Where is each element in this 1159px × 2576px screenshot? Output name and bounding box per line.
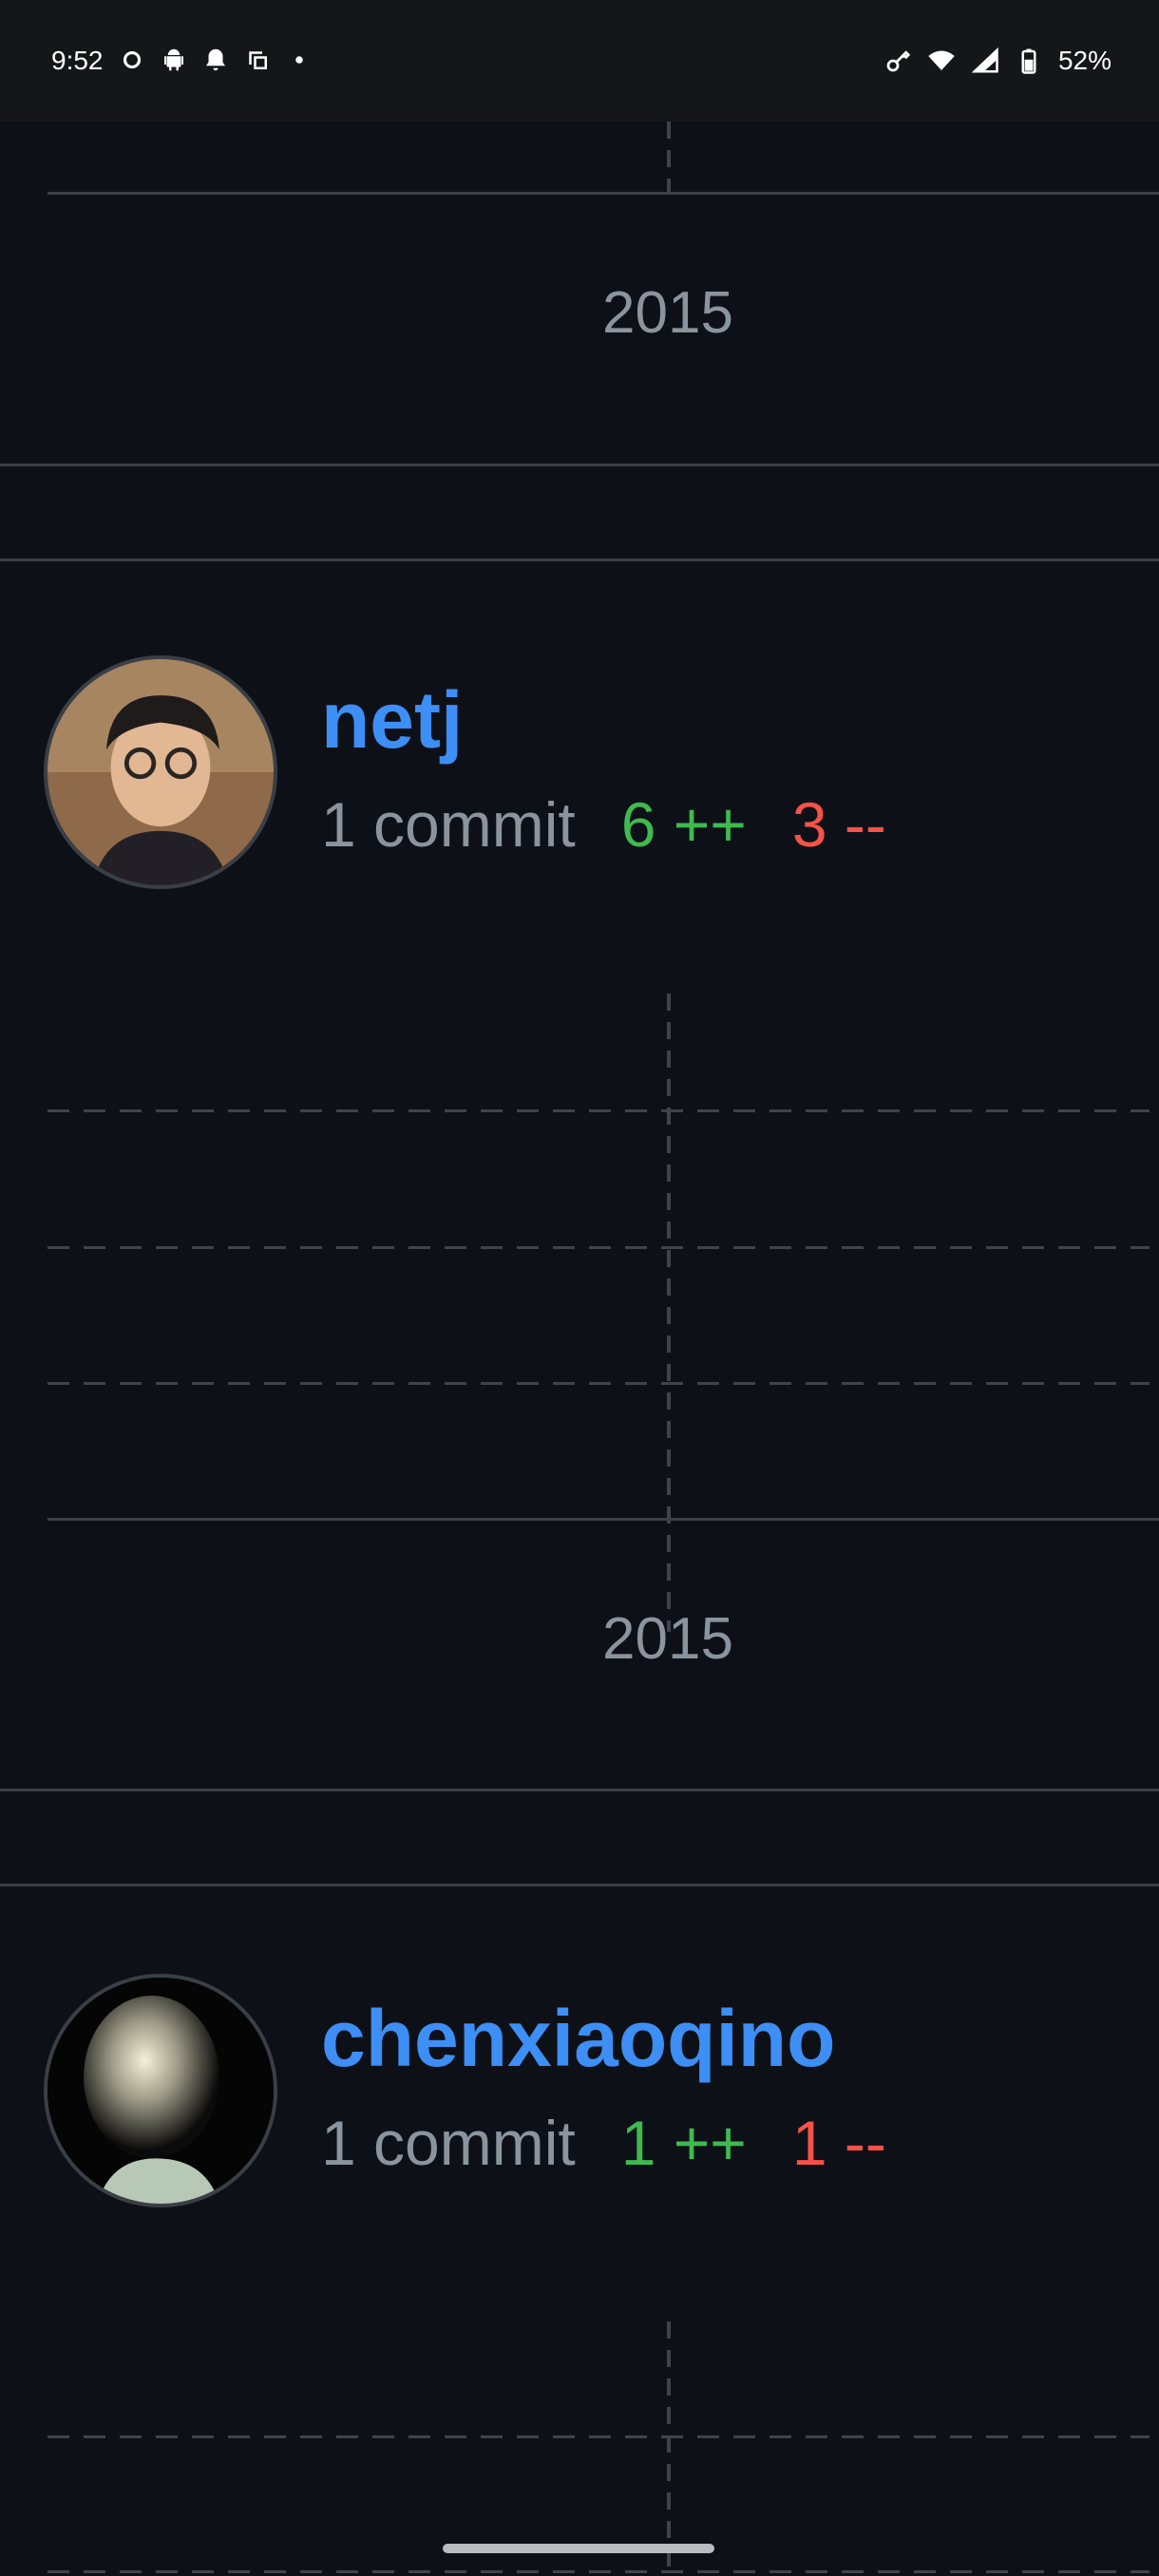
status-right-icons: 52%: [884, 46, 1112, 76]
dot-icon: [285, 46, 314, 74]
contributor-card[interactable]: netj 1 commit 6 ++ 3 --: [0, 655, 1159, 902]
section-divider: [0, 1789, 1159, 1791]
chart-gridline: [48, 2435, 1150, 2438]
deletions-count: 1 --: [791, 2108, 886, 2178]
chart-axis: [667, 994, 671, 1632]
home-indicator[interactable]: [443, 2544, 714, 2553]
chart-baseline: [48, 192, 1159, 195]
android-icon: [160, 46, 188, 74]
commit-count: 1 commit: [321, 2108, 576, 2178]
vpn-ring-icon: [118, 46, 146, 74]
contributor-card[interactable]: chenxiaoqino 1 commit 1 ++ 1 --: [0, 1974, 1159, 2221]
section-divider: [0, 464, 1159, 466]
section-divider: [0, 1884, 1159, 1886]
avatar[interactable]: [44, 655, 277, 889]
contributor-name[interactable]: chenxiaoqino: [321, 1993, 835, 2085]
chart-gridline: [48, 1246, 1150, 1249]
year-label: 2015: [602, 1606, 733, 1672]
contributors-list[interactable]: 2015 netj 1 commit 6 ++ 3 -- 2015 chenxi…: [0, 122, 1159, 2576]
signal-icon: [971, 47, 999, 75]
key-icon: [884, 47, 912, 75]
chart-gridline: [48, 1382, 1150, 1385]
avatar-image: [48, 1978, 274, 2204]
chart-gridline: [48, 1109, 1150, 1112]
status-left-icons: [118, 46, 314, 74]
commit-stats: 1 commit 6 ++ 3 --: [321, 788, 886, 861]
chart-gridline: [48, 2570, 1150, 2573]
deletions-count: 3 --: [791, 789, 886, 860]
avatar[interactable]: [44, 1974, 277, 2207]
section-divider: [0, 559, 1159, 561]
bell-icon: [201, 46, 230, 74]
year-label: 2015: [602, 280, 733, 346]
chart-axis: [667, 122, 671, 192]
battery-percent: 52%: [1057, 46, 1112, 75]
battery-icon: [1015, 47, 1043, 75]
chart-baseline: [48, 1518, 1159, 1521]
screenshot-icon: [243, 46, 272, 74]
additions-count: 6 ++: [620, 789, 747, 860]
wifi-icon: [927, 47, 956, 75]
additions-count: 1 ++: [620, 2108, 747, 2178]
status-time: 9:52: [51, 46, 104, 75]
chart-axis: [667, 2321, 671, 2576]
avatar-image: [48, 659, 274, 885]
status-bar: 9:52 52%: [0, 0, 1159, 122]
contributor-name[interactable]: netj: [321, 674, 463, 767]
commit-stats: 1 commit 1 ++ 1 --: [321, 2107, 886, 2179]
commit-count: 1 commit: [321, 789, 576, 860]
